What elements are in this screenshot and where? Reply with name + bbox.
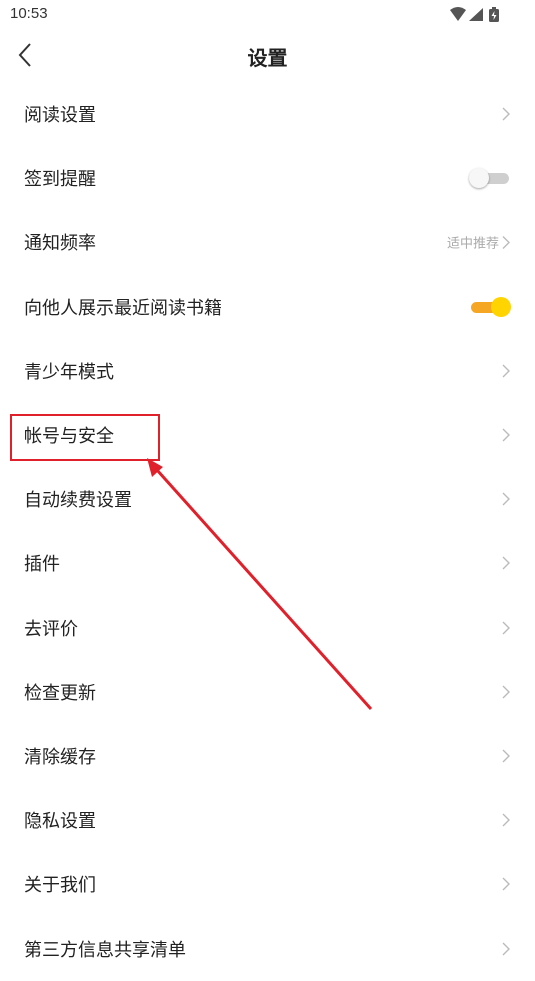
settings-row[interactable]: 清除缓存 [0,724,535,788]
status-icons [449,6,505,24]
settings-row-control [501,427,511,443]
settings-row-label: 检查更新 [24,682,96,704]
settings-row[interactable]: 自动续费设置 [0,467,535,531]
chevron-right-icon [502,942,510,956]
chevron-right-icon [502,877,510,891]
settings-row[interactable]: 帐号与安全 [0,403,535,467]
settings-row[interactable]: 检查更新 [0,660,535,724]
chevron-right-icon [502,813,510,827]
settings-row[interactable]: 关于我们 [0,852,535,916]
settings-row-label: 青少年模式 [24,361,114,383]
settings-row-label: 向他人展示最近阅读书籍 [24,297,222,319]
chevron-right-icon [502,107,510,121]
settings-row[interactable]: 通知频率 适中推荐 [0,210,535,274]
chevron-right-icon [502,364,510,378]
chevron-right-icon [502,749,510,763]
settings-row-control [501,812,511,828]
chevron-right-icon [502,492,510,506]
settings-row[interactable]: 隐私设置 [0,788,535,852]
settings-row[interactable]: 插件 [0,531,535,595]
settings-row-control [501,555,511,571]
settings-row-label: 阅读设置 [24,105,96,127]
settings-row-control [501,876,511,892]
settings-row[interactable]: 向他人展示最近阅读书籍 [0,275,535,339]
settings-row-control [501,106,511,122]
chevron-right-icon [502,621,510,635]
settings-row-value: 适中推荐 [446,236,499,252]
settings-row-label: 关于我们 [24,875,96,897]
settings-row[interactable]: 第三方信息共享清单 [0,916,535,980]
settings-row-control [501,620,511,636]
settings-row-label: 插件 [24,554,60,576]
toggle-switch[interactable] [469,167,511,189]
settings-row[interactable]: 签到提醒 [0,146,535,210]
status-bar: 10:53 [0,0,535,30]
settings-row[interactable]: 去评价 [0,596,535,660]
wifi-icon [450,7,466,21]
toggle-switch[interactable] [469,296,511,318]
settings-row-label: 自动续费设置 [24,490,132,512]
settings-row-control [501,748,511,764]
toggle-knob [491,296,511,317]
settings-row[interactable]: 阅读设置 [0,82,535,146]
settings-row-control [501,363,511,379]
settings-row-control [501,491,511,507]
settings-row-label: 第三方信息共享清单 [24,939,186,961]
settings-row-label: 通知频率 [24,233,96,255]
status-time: 10:53 [10,5,48,22]
settings-list: 阅读设置签到提醒通知频率 适中推荐向他人展示最近阅读书籍 青少年模式帐号与安全自动续… [0,82,535,981]
chevron-right-icon [502,685,510,699]
chevron-right-icon [502,428,510,442]
toggle-knob [469,168,489,189]
chevron-right-icon [502,556,510,570]
page-title: 设置 [247,46,288,70]
settings-row[interactable]: 青少年模式 [0,339,535,403]
chevron-right-icon [502,235,510,249]
settings-row-control [501,684,511,700]
settings-row-label: 隐私设置 [24,811,96,833]
settings-row-control: 适中推荐 [447,233,511,252]
settings-row-label: 清除缓存 [24,746,96,768]
signal-icon [469,8,483,21]
settings-row-label: 签到提醒 [24,169,96,191]
nav-bar: 设置 [0,30,535,82]
settings-row-label: 去评价 [24,618,78,640]
settings-row-control [469,296,511,318]
settings-row-label: 帐号与安全 [24,426,114,448]
battery-icon [489,7,499,22]
settings-row-control [501,941,511,957]
settings-row-control [469,167,511,189]
